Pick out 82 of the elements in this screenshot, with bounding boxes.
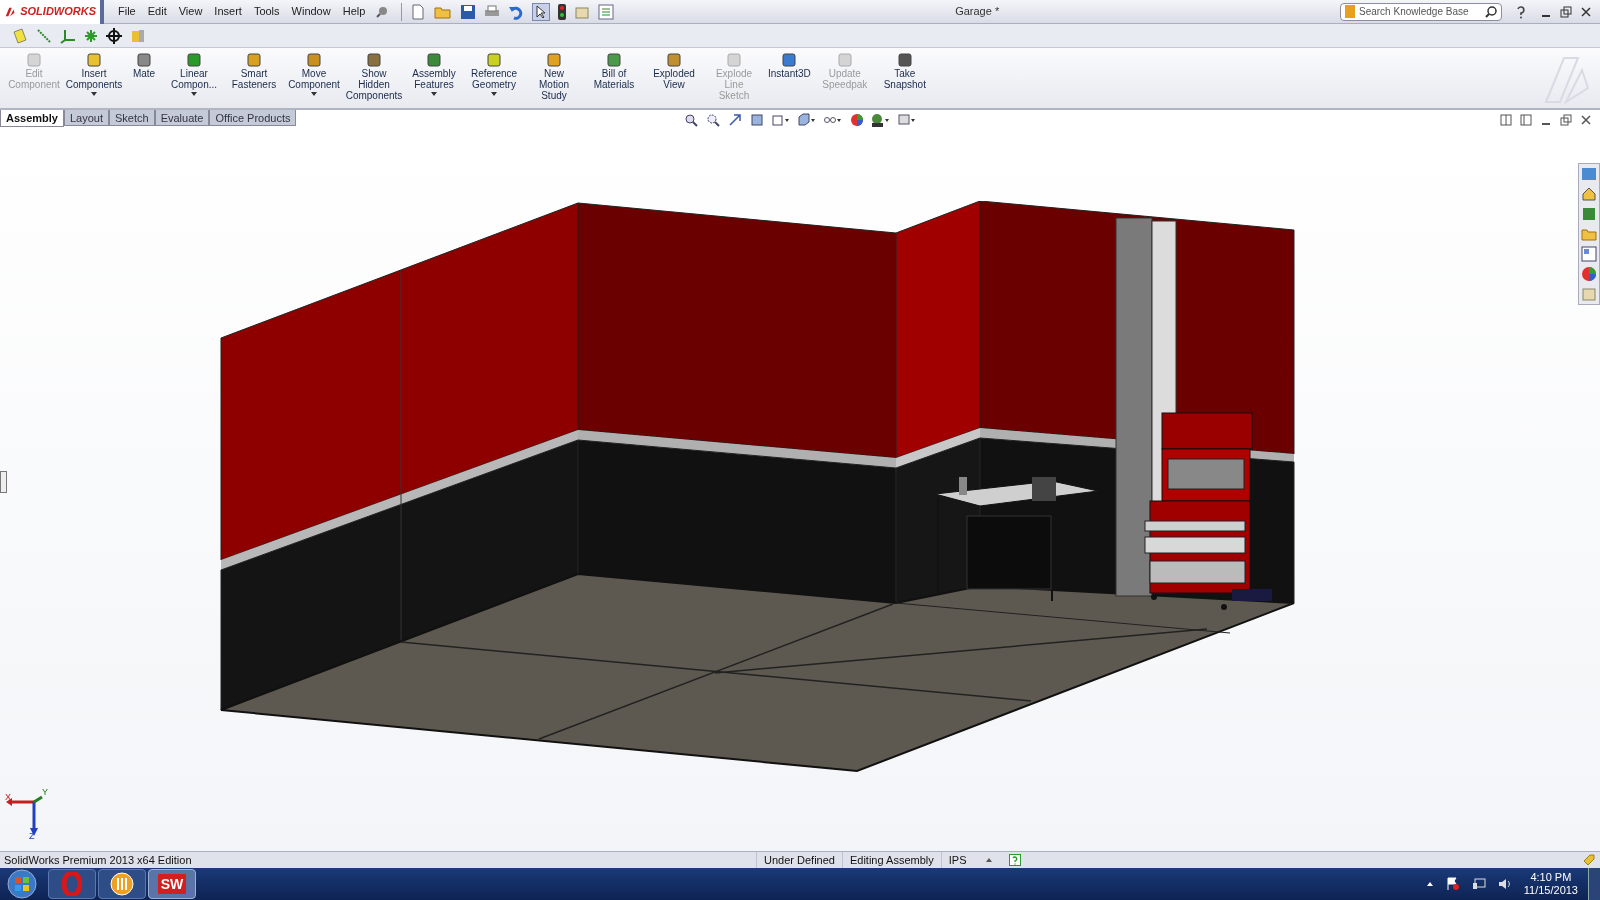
pin-icon[interactable] (375, 4, 390, 19)
ribbon-command[interactable]: Assembly Features (404, 52, 464, 96)
appearance-ball-icon[interactable] (850, 112, 865, 127)
coordinate-system-icon[interactable] (60, 27, 76, 44)
ribbon-command[interactable]: Instant3D (764, 52, 815, 79)
menu-item[interactable]: Edit (141, 3, 173, 20)
flag-icon[interactable] (1445, 877, 1460, 891)
network-icon[interactable] (1471, 877, 1486, 891)
tab[interactable]: Evaluate (154, 110, 210, 126)
close-icon[interactable] (1580, 5, 1592, 18)
traffic-light-icon[interactable] (558, 3, 567, 20)
cube-icon[interactable] (798, 112, 817, 127)
axis-label: X (5, 793, 11, 802)
home-icon[interactable] (1581, 186, 1597, 202)
previous-view-icon[interactable] (728, 112, 743, 127)
ribbon-command[interactable]: Show Hidden Components (344, 52, 404, 101)
start-button[interactable] (6, 868, 38, 900)
book-icon (1345, 5, 1355, 18)
restore-icon[interactable] (1560, 5, 1572, 18)
search-field[interactable]: Search Knowledge Base (1340, 2, 1502, 21)
split-view-icon[interactable] (1500, 113, 1512, 126)
tab[interactable]: Office Products (209, 110, 297, 126)
close-icon[interactable] (1580, 113, 1592, 126)
appearance-ball-icon[interactable] (1581, 266, 1597, 282)
document-title: Garage * (955, 4, 1000, 20)
axis-icon[interactable] (36, 27, 52, 44)
menu-item[interactable]: View (172, 3, 209, 20)
tab[interactable]: Layout (64, 110, 109, 126)
list-icon[interactable] (598, 3, 615, 20)
display-icon[interactable] (898, 112, 917, 127)
menu-item[interactable]: Window (285, 3, 337, 20)
expand-handle-icon[interactable] (0, 471, 7, 493)
new-document-icon[interactable] (410, 3, 427, 20)
ribbon-command[interactable]: Smart Fasteners (224, 52, 284, 90)
letter-o-logo-icon (62, 872, 82, 896)
point-icon[interactable] (84, 28, 98, 43)
app-logo: SOLIDWORKS (0, 0, 104, 24)
caret-icon (431, 92, 437, 96)
help-icon[interactable] (1009, 854, 1022, 866)
tab[interactable]: Sketch (109, 110, 155, 126)
ribbon-command[interactable]: New Motion Study (524, 52, 584, 101)
caret-icon (491, 92, 497, 96)
menu-item[interactable]: Insert (208, 3, 248, 20)
save-icon[interactable] (460, 3, 477, 20)
plane-icon[interactable] (12, 27, 28, 44)
menu-item[interactable]: Help (336, 3, 372, 20)
ribbon-command[interactable]: Linear Compon... (164, 52, 224, 96)
up-arrow-icon[interactable] (1425, 880, 1434, 888)
mate-reference-icon[interactable] (106, 27, 122, 44)
folder-icon[interactable] (1581, 226, 1597, 242)
ribbon-command[interactable]: Reference Geometry (464, 52, 524, 96)
help-icon[interactable] (1514, 4, 1528, 19)
view-palette-icon[interactable] (1581, 246, 1597, 262)
up-arrow-icon[interactable] (985, 856, 994, 864)
app-logo-label: SW (157, 874, 187, 894)
menu-item[interactable]: Tools (247, 3, 286, 20)
tab[interactable]: Assembly (0, 110, 64, 127)
taskbar-button[interactable]: SW (148, 869, 196, 899)
ribbon-command[interactable]: Move Component (284, 52, 344, 96)
clock[interactable]: 4:10 PM 11/15/2013 (1523, 871, 1578, 897)
caret-icon (91, 92, 97, 96)
status-text: SolidWorks Premium 2013 x64 Edition (3, 852, 193, 868)
split-view-icon[interactable] (1520, 113, 1532, 126)
axis-label: Y (42, 788, 48, 797)
show-desktop-button[interactable] (1588, 868, 1600, 900)
zoom-to-fit-icon[interactable] (684, 112, 699, 127)
zoom-area-icon[interactable] (706, 112, 721, 127)
ribbon-command[interactable]: Bill of Materials (584, 52, 644, 90)
caret-icon (191, 92, 197, 96)
ribbon-command[interactable]: Take Snapshot (874, 52, 935, 90)
menu-item[interactable]: File (112, 3, 142, 20)
search-icon (1485, 5, 1497, 18)
view-orientation-icon[interactable] (772, 112, 791, 127)
ribbon-command[interactable]: Insert Components (64, 52, 124, 96)
caret-icon (311, 92, 317, 96)
scene-icon[interactable] (872, 112, 891, 127)
taskbar-button[interactable] (98, 869, 146, 899)
ribbon-command[interactable]: Mate (124, 52, 164, 79)
circle-logo-icon (110, 872, 134, 896)
speaker-icon[interactable] (1497, 877, 1512, 891)
ribbon-command[interactable]: Exploded View (644, 52, 704, 90)
restore-icon[interactable] (1560, 113, 1572, 126)
